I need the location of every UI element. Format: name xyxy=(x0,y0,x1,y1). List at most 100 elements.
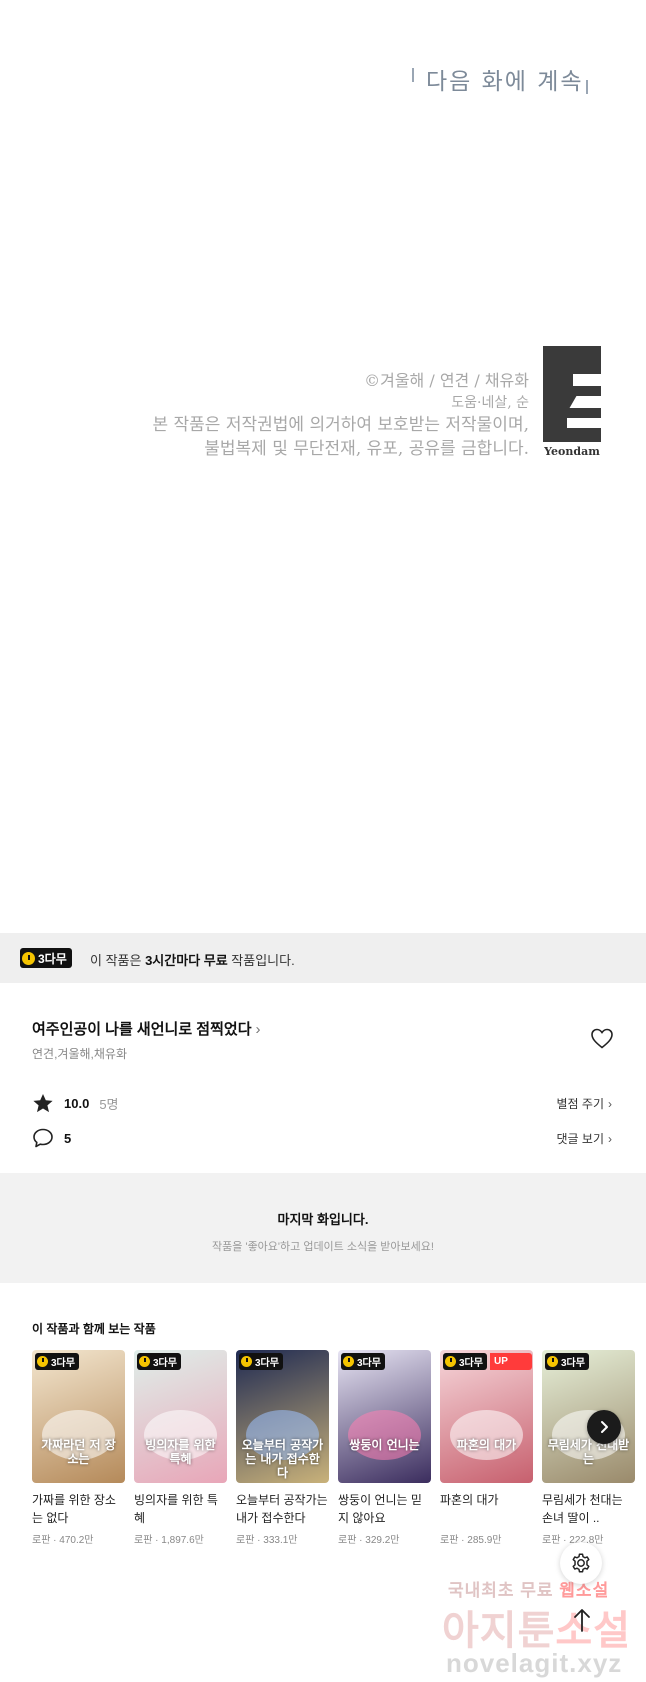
badge-label: 3다무 xyxy=(459,1358,483,1369)
cover-image: 오늘부터 공작가는 내가 접수한다 3다무 xyxy=(236,1350,329,1483)
badge-label: 3다무 xyxy=(357,1358,381,1369)
card-meta: 로판 · 285.9만 xyxy=(440,1535,502,1546)
comment-icon xyxy=(33,1128,53,1148)
free-banner-suffix: 작품입니다. xyxy=(227,953,295,968)
recommendation-card[interactable]: 쌍둥이 언니는 3다무쌍둥이 언니는 믿지 않아요로판 · 329.2만 xyxy=(338,1350,431,1546)
watermark-line3: novelagit.xyz xyxy=(446,1648,623,1678)
clock-icon xyxy=(445,1356,456,1367)
recommendation-card[interactable]: 파혼의 대가 3다무 UP 파혼의 대가 로판 · 285.9만 xyxy=(440,1350,533,1546)
chevron-right-icon: › xyxy=(608,1132,612,1146)
card-title: 오늘부터 공작가는 내가 접수한다 xyxy=(236,1493,328,1525)
card-title: 가짜를 위한 장소는 없다 xyxy=(32,1493,116,1525)
recommendation-card[interactable]: 무림세가 천대받는 3다무 무림세가 천대는 손녀 딸이 .. 로판 · 222.8만 xyxy=(542,1350,635,1546)
clock-icon xyxy=(22,951,35,965)
cover-title: 파혼의 대가 xyxy=(456,1438,517,1452)
arrow-up-icon xyxy=(574,1609,590,1632)
publisher-logo-mark xyxy=(543,346,601,442)
last-episode-notice: 마지막 화입니다. 작품을 '좋아요'하고 업데이트 소식을 받아보세요! xyxy=(0,1173,646,1283)
chevron-right-icon: › xyxy=(255,1021,261,1038)
watermark: 국내최초 무료 웹소설 아지툰소설 novelagit.xyz xyxy=(440,1570,646,1682)
cover-art xyxy=(348,1410,421,1460)
free-banner-message: 이 작품은 3시간마다 무료 작품입니다. xyxy=(90,950,295,969)
clock-icon xyxy=(547,1356,558,1367)
cover-title: 오늘부터 공작가는 내가 접수한다 xyxy=(241,1438,324,1480)
wait-free-badge: 3다무 xyxy=(341,1353,385,1370)
decor-bar xyxy=(586,80,588,94)
wait-free-badge: 3다무 xyxy=(137,1353,181,1370)
cover-image: 쌍둥이 언니는 3다무 xyxy=(338,1350,431,1483)
card-title: 빙의자를 위한 특혜 xyxy=(134,1493,218,1525)
card-meta: 로판 · 333.1만 xyxy=(236,1535,298,1546)
scroll-top-button[interactable] xyxy=(566,1600,598,1640)
publisher-logo-name: Yeondam xyxy=(544,445,600,458)
series-title-link[interactable]: 여주인공이 나를 새언니로 점찍었다 › xyxy=(32,1018,261,1039)
rate-button[interactable]: 별점 주기 › xyxy=(557,1095,613,1112)
credits-authors: ©겨울해 / 연견 / 채유화 xyxy=(364,371,529,390)
credits-assistants: 도움·네살, 순 xyxy=(451,395,529,411)
cover-image: 가짜라던 저 장소는 3다무 xyxy=(32,1350,125,1483)
badge-label: 3다무 xyxy=(38,951,67,966)
last-episode-heading: 마지막 화입니다. xyxy=(277,1212,369,1227)
series-info: 여주인공이 나를 새언니로 점찍었다 › 연견,겨울해,채유화 10.0 5명 별… xyxy=(0,983,646,1173)
series-title: 여주인공이 나를 새언니로 점찍었다 xyxy=(32,1021,252,1038)
clock-icon xyxy=(241,1356,252,1367)
comments-button[interactable]: 댓글 보기 › xyxy=(557,1130,613,1147)
cover-title: 빙의자를 위한 특혜 xyxy=(145,1438,216,1466)
heart-icon xyxy=(591,1028,613,1049)
card-meta: 로판 · 1,897.6만 xyxy=(134,1535,204,1546)
like-button[interactable] xyxy=(590,1027,614,1054)
publisher-logo: Yeondam xyxy=(543,346,601,458)
badge-label: 3다무 xyxy=(51,1358,75,1369)
recommendation-card[interactable]: 빙의자를 위한 특혜 3다무빙의자를 위한 특혜로판 · 1,897.6만 xyxy=(134,1350,227,1546)
wait-free-badge: 3다무 xyxy=(443,1353,487,1370)
free-banner-highlight: 3시간마다 무료 xyxy=(145,953,228,968)
recommendation-card[interactable]: 오늘부터 공작가는 내가 접수한다 3다무오늘부터 공작가는 내가 접수한다로판 … xyxy=(236,1350,329,1546)
clock-icon xyxy=(139,1356,150,1367)
card-meta: 로판 · 329.2만 xyxy=(338,1535,400,1546)
watermark-text: 아지툰 xyxy=(442,1609,556,1653)
wait-free-badge: 3다무 xyxy=(239,1353,283,1370)
series-authors: 연견,겨울해,채유화 xyxy=(32,1047,127,1061)
chevron-right-icon: › xyxy=(608,1097,612,1111)
recommendation-carousel: 가짜라던 저 장소는 3다무 가짜를 위한 장소는 없다 로판 · 470.2만 빙의자… xyxy=(32,1350,646,1560)
comic-panel: 다음 화에 계속 ©겨울해 / 연견 / 채유화 도움·네살, 순 본 작품은 … xyxy=(0,0,646,933)
cover-image: 빙의자를 위한 특혜 3다무 xyxy=(134,1350,227,1483)
credits: ©겨울해 / 연견 / 채유화 도움·네살, 순 본 작품은 저작권법에 의거하… xyxy=(152,369,529,461)
cover-art xyxy=(450,1410,523,1460)
carousel-next-button[interactable] xyxy=(587,1410,621,1444)
cover-image: 파혼의 대가 3다무 UP xyxy=(440,1350,533,1483)
clock-icon xyxy=(37,1356,48,1367)
comments-button-label: 댓글 보기 xyxy=(556,1132,605,1146)
settings-button[interactable] xyxy=(560,1542,602,1584)
wait-free-badge: 3다무 xyxy=(545,1353,589,1370)
copyright-notice: 본 작품은 저작권법에 의거하여 보호받는 저작물이며, xyxy=(152,415,529,435)
comment-count: 5 xyxy=(64,1130,72,1146)
copyright-notice-2: 불법복제 및 무단전재, 유포, 공유를 금합니다. xyxy=(204,439,529,459)
chevron-right-icon xyxy=(601,1421,608,1433)
to-be-continued: 다음 화에 계속 xyxy=(410,62,596,100)
comment-row: 5 xyxy=(32,1126,71,1150)
cover-image: 무림세가 천대받는 3다무 xyxy=(542,1350,635,1483)
badge-label: 3다무 xyxy=(153,1358,177,1369)
card-title: 파혼의 대가 xyxy=(440,1493,499,1507)
free-banner-prefix: 이 작품은 xyxy=(90,953,146,968)
rating-count: 5명 xyxy=(99,1096,119,1112)
rating-value: 10.0 xyxy=(64,1095,90,1111)
last-episode-sub: 작품을 '좋아요'하고 업데이트 소식을 받아보세요! xyxy=(212,1241,434,1253)
decor-bar xyxy=(412,68,414,82)
recommendations-heading: 이 작품과 함께 보는 작품 xyxy=(32,1322,156,1336)
rate-button-label: 별점 주기 xyxy=(556,1097,605,1111)
card-meta: 로판 · 470.2만 xyxy=(32,1535,94,1546)
star-icon xyxy=(33,1093,53,1112)
to-be-continued-text: 다음 화에 계속 xyxy=(426,69,584,95)
card-title: 쌍둥이 언니는 믿지 않아요 xyxy=(338,1493,422,1525)
recommendation-card[interactable]: 가짜라던 저 장소는 3다무가짜를 위한 장소는 없다로판 · 470.2만 xyxy=(32,1350,125,1546)
card-title: 무림세가 천대는 손녀 딸이 .. xyxy=(542,1493,623,1525)
wait-free-badge: 3다무 xyxy=(20,948,72,968)
badge-label: 3다무 xyxy=(255,1358,279,1369)
rating-row: 10.0 5명 xyxy=(32,1091,119,1115)
free-banner: 3다무 이 작품은 3시간마다 무료 작품입니다. xyxy=(0,933,646,983)
clock-icon xyxy=(343,1356,354,1367)
cover-title: 쌍둥이 언니는 xyxy=(349,1438,420,1452)
recommendations: 이 작품과 함께 보는 작품 가짜라던 저 장소는 3다무가짜를 위한 장소는 없… xyxy=(0,1283,646,1568)
